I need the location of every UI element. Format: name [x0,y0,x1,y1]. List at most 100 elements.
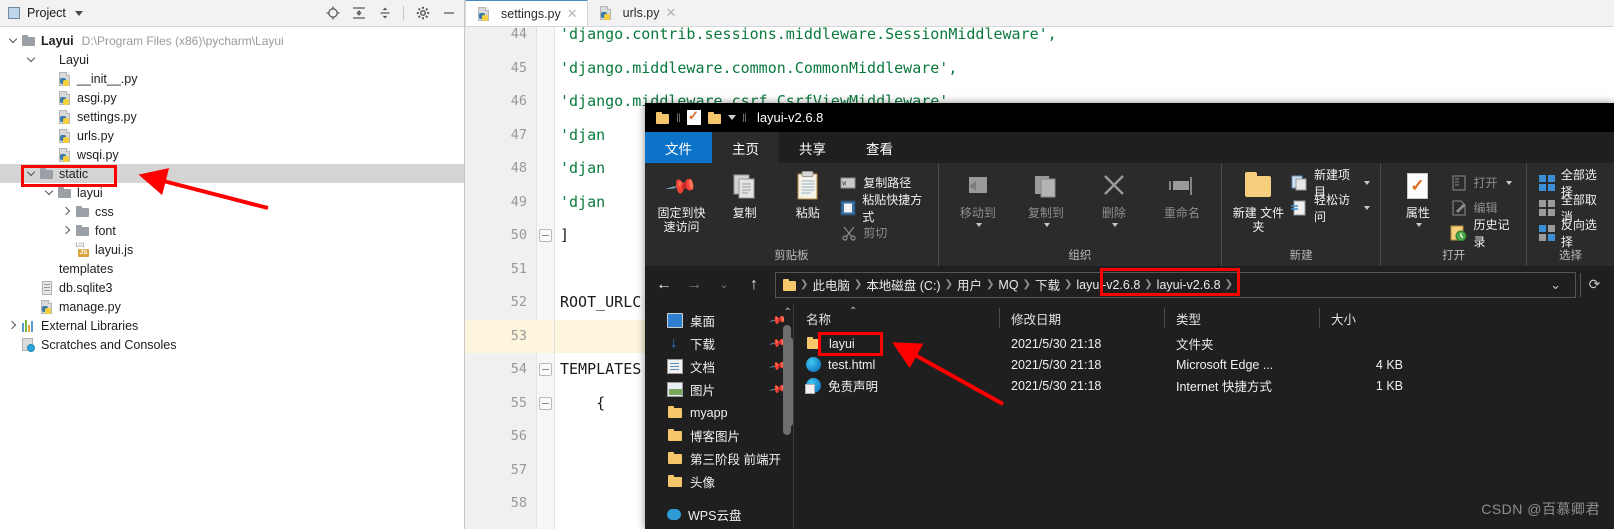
tree-item-wsqi-py[interactable]: wsqi.py [0,145,464,164]
column-header-row[interactable]: 名称 ⌃ 修改日期 类型 大小 [794,303,1614,333]
tree-toggle-icon[interactable] [8,35,19,46]
pin-to-quick-access-button[interactable]: 📌 固定到快 速访问 [651,169,712,234]
column-header-1[interactable]: 修改日期 [999,303,1164,333]
file-name-cell[interactable]: test.html [794,357,999,372]
column-header-0[interactable]: 名称 ⌃ [794,303,999,333]
tree-item-layui[interactable]: Layui D:\Program Files (x86)\pycharm\Layu… [0,31,464,50]
column-header-3[interactable]: 大小 [1319,303,1409,333]
chevron-down-icon[interactable]: ⌄ [1540,277,1571,293]
tree-item-layui-js[interactable]: 101 JS layui.js [0,240,464,259]
settings-gear-icon[interactable] [415,6,430,21]
nav-item-4[interactable]: myapp [645,401,793,424]
file-name-cell[interactable]: 免责声明 [794,376,999,395]
address-bar[interactable]: ❯ 此电脑 ❯ 本地磁盘 (C:) ❯ 用户 ❯ MQ ❯ 下载 ❯ layui-v2.6.8 ❯ lay… [775,271,1576,298]
tree-item-manage-py[interactable]: manage.py [0,297,464,316]
chevron-down-icon[interactable] [1044,223,1051,227]
tree-toggle-icon[interactable] [62,206,73,217]
breadcrumb-item[interactable]: layui-v2.6.8 [1072,278,1144,292]
invert-selection-button[interactable]: 反向选择 [1538,218,1608,249]
file-list-pane[interactable]: 名称 ⌃ 修改日期 类型 大小 layui 2021/5/30 21:18 文件夹 test.… [784,303,1614,529]
dropdown-caret-icon[interactable] [727,115,736,120]
file-list[interactable]: layui 2021/5/30 21:18 文件夹 test.html 2021/5/3… [794,333,1614,396]
nav-item-7[interactable]: 头像 [645,470,793,493]
copy-to-button[interactable]: 复制到 [1013,169,1079,227]
tree-item-layui[interactable]: Layui [0,50,464,69]
file-name-cell[interactable]: layui [794,336,999,351]
tree-item-templates[interactable]: templates [0,259,464,278]
chevron-down-icon[interactable] [1416,223,1423,227]
breadcrumb[interactable]: ❯ 此电脑 ❯ 本地磁盘 (C:) ❯ 用户 ❯ MQ ❯ 下载 ❯ layui-v2.6.8 ❯ lay… [800,275,1233,294]
breadcrumb-item[interactable]: MQ [994,278,1022,292]
ribbon-tab-strip[interactable]: 文件 主页 共享 查看 [645,132,1614,163]
chevron-down-icon[interactable] [1364,180,1371,185]
chevron-down-icon[interactable] [1364,205,1371,210]
table-row[interactable]: test.html 2021/5/30 21:18 Microsoft Edge .… [794,354,1614,375]
paste-shortcut-button[interactable]: 粘贴快捷方式 [840,193,932,224]
tree-toggle-icon[interactable] [26,54,37,65]
breadcrumb-item[interactable]: 用户 [953,275,986,294]
tree-toggle-icon[interactable] [62,225,73,236]
table-row[interactable]: 免责声明 2021/5/30 21:18 Internet 快捷方式 1 KB [794,375,1614,396]
refresh-icon[interactable]: ⟳ [1580,272,1608,297]
history-button[interactable]: 历史记录 [1450,218,1519,249]
open-button[interactable]: 打开 [1450,172,1519,193]
tree-item-scratches-and-consoles[interactable]: Scratches and Consoles [0,335,464,354]
locate-icon[interactable] [325,6,340,21]
nav-item-0[interactable]: 桌面 📌 [645,309,793,332]
expand-all-icon[interactable] [351,6,366,21]
breadcrumb-item[interactable]: 本地磁盘 (C:) [862,275,944,294]
ribbon-tab-共享[interactable]: 共享 [779,132,846,163]
breadcrumb-item[interactable]: 下载 [1031,275,1064,294]
minimize-icon[interactable] [441,6,456,21]
new-folder-button[interactable]: 新建 文件夹 [1228,169,1289,234]
table-row[interactable]: layui 2021/5/30 21:18 文件夹 [794,333,1614,354]
back-arrow-icon[interactable]: ← [651,272,677,298]
code-fold-toggle[interactable] [539,363,552,376]
tree-item-urls-py[interactable]: urls.py [0,126,464,145]
chevron-down-icon[interactable] [74,10,83,16]
tree-item-font[interactable]: font [0,221,464,240]
chevron-down-icon[interactable] [1506,180,1513,185]
cut-button[interactable]: 剪切 [840,222,932,243]
scroll-up-arrow-icon[interactable]: ⌃ [784,307,792,318]
ribbon-tab-主页[interactable]: 主页 [712,132,779,163]
properties-icon[interactable] [686,108,701,125]
code-fold-toggle[interactable] [539,229,552,242]
move-to-button[interactable]: 移动到 [945,169,1011,227]
folder-icon[interactable] [655,111,670,125]
nav-item-2[interactable]: 文档 📌 [645,355,793,378]
forward-arrow-icon[interactable]: → [681,272,707,298]
nav-item-8[interactable]: WPS云盘 [645,503,793,526]
nav-item-5[interactable]: 博客图片 [645,424,793,447]
file-list-scrollbar[interactable] [784,337,793,427]
breadcrumb-item[interactable]: 此电脑 [808,275,854,294]
ribbon-tab-文件[interactable]: 文件 [645,132,712,163]
tree-toggle-icon[interactable] [8,320,19,331]
tree-item-css[interactable]: css [0,202,464,221]
tree-item--init-py[interactable]: __init__.py [0,69,464,88]
tree-item-layui[interactable]: layui [0,183,464,202]
up-arrow-icon[interactable]: ↑ [741,272,767,298]
ribbon-tab-查看[interactable]: 查看 [846,132,913,163]
easy-access-button[interactable]: 轻松访问 [1290,193,1374,224]
tree-toggle-icon[interactable] [44,187,55,198]
nav-item-6[interactable]: 第三阶段 前端开 [645,447,793,470]
navigation-pane[interactable]: ⌃ 桌面📌下载📌文档📌图片📌 myapp 博客图片第三阶段 前端开头像 WPS云盘 [645,303,793,529]
tree-item-static[interactable]: static [0,164,464,183]
tree-item-db-sqlite3[interactable]: db.sqlite3 [0,278,464,297]
code-fold-toggle[interactable] [539,396,552,410]
tree-item-asgi-py[interactable]: asgi.py [0,88,464,107]
tree-item-settings-py[interactable]: settings.py [0,107,464,126]
nav-item-1[interactable]: 下载📌 [645,332,793,355]
new-folder-icon[interactable] [707,111,722,125]
column-header-2[interactable]: 类型 [1164,303,1319,333]
nav-item-3[interactable]: 图片 📌 [645,378,793,401]
properties-button[interactable]: 属性 [1387,169,1448,227]
recent-caret-icon[interactable]: ⌄ [711,272,737,298]
collapse-all-icon[interactable] [377,6,392,21]
project-file-tree[interactable]: Layui D:\Program Files (x86)\pycharm\Layu… [0,27,464,354]
tree-item-external-libraries[interactable]: External Libraries [0,316,464,335]
rename-button[interactable]: 重命名 [1149,169,1215,220]
chevron-down-icon[interactable] [1112,223,1119,227]
chevron-down-icon[interactable] [976,223,983,227]
